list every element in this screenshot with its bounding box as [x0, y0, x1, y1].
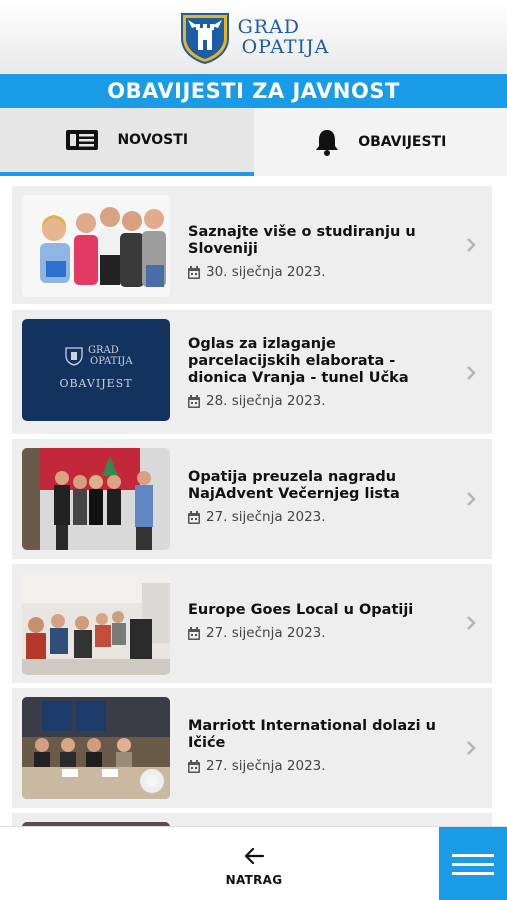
tab-bar: NOVOSTI OBAVIJESTI [0, 108, 507, 176]
thumb-logo-line-1: GRAD [88, 345, 119, 356]
calendar-icon [188, 265, 200, 279]
news-title: Europe Goes Local u Opatiji [188, 602, 414, 618]
page-title: OBAVIJESTI ZA JAVNOST [107, 79, 400, 103]
hamburger-icon-bar [452, 853, 494, 857]
coat-of-arms-icon [180, 13, 229, 64]
news-date-text: 27. siječnja 2023. [206, 625, 326, 641]
calendar-icon [188, 510, 200, 524]
news-text: Opatija preuzela nagradu NajAdvent Večer… [188, 469, 452, 525]
calendar-icon [188, 626, 200, 640]
news-title: Oglas za izlaganje parcelacijskih elabor… [188, 336, 409, 386]
logo-line-1: GRAD [237, 16, 301, 38]
news-thumbnail [22, 448, 170, 550]
news-text: Europe Goes Local u Opatiji 27. siječnja… [188, 602, 452, 641]
news-list: Saznajte više o studiranju u Sloveniji 3… [0, 176, 507, 826]
calendar-icon [188, 394, 200, 408]
news-thumbnail [22, 573, 170, 675]
bell-icon [316, 130, 339, 156]
chevron-right-icon [467, 366, 476, 380]
news-item[interactable]: GRAD OPATIJA OBAVIJEST Oglas za izlaganj… [12, 310, 492, 434]
thumb-logo-line-2: OPATIJA [90, 356, 133, 367]
news-thumbnail: GRAD OPATIJA OBAVIJEST [22, 319, 170, 421]
thumb-logo: GRAD OPATIJA [64, 345, 133, 367]
news-date-text: 30. siječnja 2023. [206, 264, 326, 280]
calendar-icon [188, 759, 200, 773]
news-date-text: 27. siječnja 2023. [206, 509, 326, 525]
hamburger-icon-bar [452, 862, 494, 866]
news-date-text: 28. siječnja 2023. [206, 393, 326, 409]
news-date: 28. siječnja 2023. [188, 393, 452, 409]
news-thumbnail [22, 195, 170, 297]
news-date-text: 27. siječnja 2023. [206, 758, 326, 774]
news-text: Marriott International dolazi u Ičiće 27… [188, 718, 452, 774]
app-header: GRAD OPATIJA [0, 0, 507, 74]
hamburger-icon-bar [452, 871, 494, 875]
news-item[interactable] [12, 813, 492, 826]
news-text: Saznajte više o studiranju u Sloveniji 3… [188, 224, 452, 280]
news-item[interactable]: Marriott International dolazi u Ičiće 27… [12, 688, 492, 808]
news-title: Marriott International dolazi u Ičiće [188, 718, 436, 751]
bottom-bar: NATRAG [0, 826, 507, 900]
tab-label: OBAVIJESTI [358, 134, 447, 150]
news-date: 27. siječnja 2023. [188, 625, 452, 641]
news-thumbnail [22, 697, 170, 799]
news-title: Opatija preuzela nagradu NajAdvent Večer… [188, 469, 400, 502]
chevron-right-icon [467, 238, 476, 252]
coat-of-arms-icon [65, 347, 83, 366]
news-item[interactable]: Opatija preuzela nagradu NajAdvent Večer… [12, 439, 492, 559]
news-title: Saznajte više o studiranju u Sloveniji [188, 224, 416, 257]
news-text: Oglas za izlaganje parcelacijskih elabor… [188, 336, 452, 409]
city-logo[interactable]: GRAD OPATIJA [178, 10, 330, 64]
logo-text: GRAD OPATIJA [238, 17, 330, 57]
arrow-left-icon [244, 847, 265, 865]
news-date: 27. siječnja 2023. [188, 509, 452, 525]
tab-label: NOVOSTI [117, 132, 189, 148]
thumb-caption: OBAVIJEST [59, 377, 133, 390]
news-item[interactable]: Saznajte više o studiranju u Sloveniji 3… [12, 186, 492, 304]
tab-novosti[interactable]: NOVOSTI [0, 108, 254, 176]
logo-line-2: OPATIJA [241, 36, 330, 58]
tab-obavijesti[interactable]: OBAVIJESTI [253, 108, 507, 176]
menu-button[interactable] [439, 827, 507, 900]
back-label: NATRAG [225, 873, 283, 887]
chevron-right-icon [467, 616, 476, 630]
news-date: 27. siječnja 2023. [188, 758, 452, 774]
chevron-right-icon [467, 741, 476, 755]
news-icon [66, 130, 99, 150]
news-item[interactable]: Europe Goes Local u Opatiji 27. siječnja… [12, 564, 492, 683]
page-title-bar: OBAVIJESTI ZA JAVNOST [0, 74, 507, 108]
chevron-right-icon [467, 492, 476, 506]
news-date: 30. siječnja 2023. [188, 264, 452, 280]
back-button[interactable]: NATRAG [204, 847, 304, 887]
